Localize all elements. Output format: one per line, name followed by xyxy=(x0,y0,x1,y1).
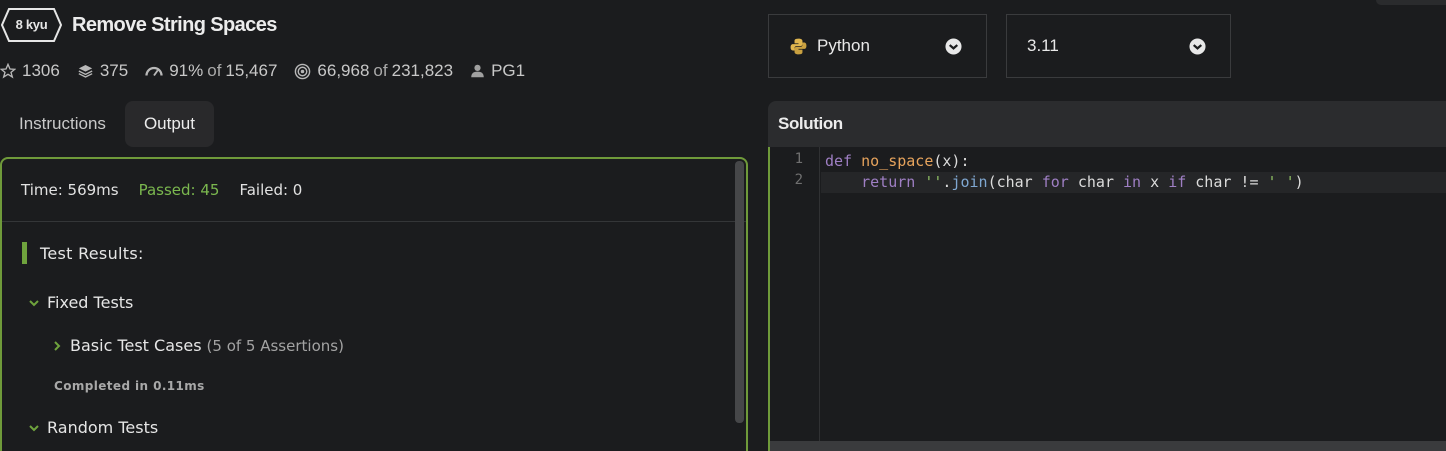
line-gutter: 1 2 xyxy=(770,147,820,451)
panel-tabs: Instructions Output xyxy=(0,101,214,147)
group-random-tests[interactable]: Random Tests xyxy=(27,418,158,437)
stat-author[interactable]: PG1 xyxy=(470,61,525,81)
chevron-right-icon[interactable] xyxy=(50,339,64,353)
collections-count: 375 xyxy=(99,61,129,80)
code-line[interactable]: def no_space(x): xyxy=(825,151,970,172)
layers-icon xyxy=(78,65,93,78)
chevron-down-icon[interactable] xyxy=(27,296,41,310)
results-accent-bar xyxy=(22,242,27,264)
stat-collections: 375 xyxy=(77,61,128,81)
rank-badge: 8 kyu xyxy=(1,8,62,42)
stat-stars[interactable]: 1306 xyxy=(0,61,60,81)
python-icon xyxy=(790,38,807,54)
results-heading: Test Results: xyxy=(22,242,144,264)
results-title: Test Results: xyxy=(40,243,144,263)
test-summary: Time: 569ms Passed: 45 Failed: 0 xyxy=(2,159,746,222)
fixed-tests-label: Fixed Tests xyxy=(47,293,134,312)
kata-title: Remove String Spaces xyxy=(72,13,277,36)
editor-horizontal-scrollbar[interactable] xyxy=(770,441,1446,451)
line-number: 1 xyxy=(794,151,803,167)
satisfaction-percent: 91% xyxy=(169,61,204,80)
group-fixed-tests[interactable]: Fixed Tests xyxy=(27,293,133,312)
code-line[interactable]: return ''.join(char for char in x if cha… xyxy=(825,172,1304,193)
kata-stats: 1306 375 91% of 15,467 66,968 of 231,823… xyxy=(0,60,542,82)
stat-completed: 66,968 of 231,823 xyxy=(294,61,453,81)
version-select[interactable]: 3.11 xyxy=(1006,14,1231,78)
failed-label: Failed: 0 xyxy=(239,181,303,199)
star-icon xyxy=(0,63,16,79)
time-label: Time: 569ms xyxy=(21,181,119,199)
code-editor[interactable]: 1 2 def no_space(x): return ''.join(char… xyxy=(768,147,1446,451)
top-corner-decoration xyxy=(1376,0,1446,5)
group-basic-test-cases[interactable]: Basic Test Cases (5 of 5 Assertions) xyxy=(50,336,344,355)
kata-header: 8 kyu Remove String Spaces xyxy=(0,8,277,42)
author-name[interactable]: PG1 xyxy=(491,61,525,81)
output-panel: Time: 569ms Passed: 45 Failed: 0 Test Re… xyxy=(0,157,748,451)
chevron-circle-down-icon xyxy=(945,38,962,55)
solution-header: Solution xyxy=(768,101,1446,147)
output-scrollbar[interactable] xyxy=(735,161,744,423)
completed-count: 66,968 xyxy=(317,61,370,80)
chevron-circle-down-icon xyxy=(1189,38,1206,55)
version-value: 3.11 xyxy=(1027,36,1059,55)
rank-label: 8 kyu xyxy=(15,17,48,32)
tab-output[interactable]: Output xyxy=(124,101,214,147)
basic-test-cases-label: Basic Test Cases xyxy=(70,336,202,355)
tab-instructions[interactable]: Instructions xyxy=(0,101,125,147)
stat-satisfaction: 91% of 15,467 xyxy=(145,61,277,81)
attempted-count: 231,823 xyxy=(391,61,454,80)
user-icon xyxy=(471,64,484,78)
language-select[interactable]: Python xyxy=(768,14,987,78)
chevron-down-icon[interactable] xyxy=(27,421,41,435)
target-icon xyxy=(295,63,311,79)
of-label: of xyxy=(207,61,222,80)
gauge-icon xyxy=(145,66,163,77)
satisfaction-votes: 15,467 xyxy=(225,61,278,80)
assertions-count: (5 of 5 Assertions) xyxy=(206,336,344,355)
language-value: Python xyxy=(817,36,870,55)
stars-count: 1306 xyxy=(22,61,60,80)
completed-in: Completed in 0.11ms xyxy=(54,379,205,393)
passed-label: Passed: 45 xyxy=(138,181,220,199)
of-label-2: of xyxy=(373,61,388,80)
random-tests-label: Random Tests xyxy=(47,418,159,437)
line-number: 2 xyxy=(794,172,803,188)
